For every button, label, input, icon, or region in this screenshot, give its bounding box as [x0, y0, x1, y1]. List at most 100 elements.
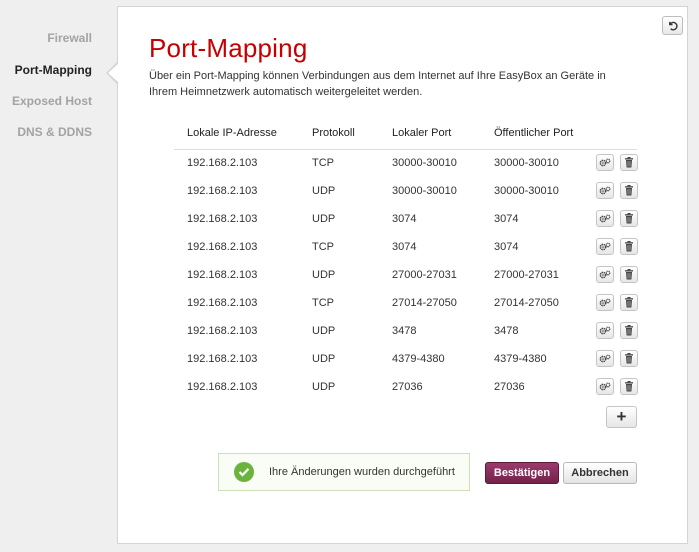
table-row: 192.168.2.103 UDP 27036 27036	[174, 374, 638, 402]
cell-public-port: 3074	[494, 241, 519, 253]
cell-local-port: 3074	[392, 213, 417, 225]
sidebar-item-exposed-host[interactable]: Exposed Host	[12, 94, 92, 108]
sidebar-item-firewall[interactable]: Firewall	[47, 31, 92, 45]
delete-button[interactable]	[620, 378, 638, 395]
edit-button[interactable]	[596, 294, 614, 311]
gear-icon	[599, 326, 611, 334]
cell-public-port: 27036	[494, 381, 525, 393]
edit-button[interactable]	[596, 350, 614, 367]
cell-protocol: UDP	[312, 213, 336, 225]
table-row: 192.168.2.103 TCP 27014-27050 27014-2705…	[174, 290, 638, 318]
cell-ip: 192.168.2.103	[187, 353, 258, 365]
cell-ip: 192.168.2.103	[187, 157, 258, 169]
cell-local-port: 3074	[392, 241, 417, 253]
trash-icon	[625, 185, 633, 196]
add-mapping-button[interactable]: +	[606, 406, 637, 428]
edit-button[interactable]	[596, 238, 614, 255]
cell-public-port: 27000-27031	[494, 269, 559, 281]
trash-icon	[625, 297, 633, 308]
sidebar-item-dns-ddns[interactable]: DNS & DDNS	[17, 125, 92, 139]
sidebar: Firewall Port-Mapping Exposed Host DNS &…	[0, 0, 117, 552]
panel-pointer-fill	[108, 63, 119, 83]
trash-icon	[625, 213, 633, 224]
trash-icon	[625, 353, 633, 364]
delete-button[interactable]	[620, 154, 638, 171]
cell-local-port: 27000-27031	[392, 269, 457, 281]
cell-protocol: UDP	[312, 325, 336, 337]
header-public-port: Öffentlicher Port	[494, 127, 574, 139]
table-row: 192.168.2.103 UDP 3074 3074	[174, 206, 638, 234]
cell-local-port: 30000-30010	[392, 185, 457, 197]
cell-ip: 192.168.2.103	[187, 381, 258, 393]
table-row: 192.168.2.103 UDP 4379-4380 4379-4380	[174, 346, 638, 374]
cell-public-port: 27014-27050	[494, 297, 559, 309]
cell-local-port: 30000-30010	[392, 157, 457, 169]
page-description: Über ein Port-Mapping können Verbindunge…	[149, 70, 606, 98]
gear-icon	[599, 270, 611, 278]
undo-icon	[669, 21, 678, 31]
trash-icon	[625, 381, 633, 392]
cell-public-port: 3074	[494, 213, 519, 225]
gear-icon	[599, 382, 611, 390]
trash-icon	[625, 157, 633, 168]
cancel-button[interactable]: Abbrechen	[563, 462, 637, 484]
cell-protocol: TCP	[312, 241, 334, 253]
edit-button[interactable]	[596, 378, 614, 395]
gear-icon	[599, 242, 611, 250]
table-row: 192.168.2.103 UDP 30000-30010 30000-3001…	[174, 178, 638, 206]
edit-button[interactable]	[596, 322, 614, 339]
cell-protocol: UDP	[312, 185, 336, 197]
cell-protocol: TCP	[312, 157, 334, 169]
delete-button[interactable]	[620, 238, 638, 255]
table-row: 192.168.2.103 TCP 30000-30010 30000-3001…	[174, 150, 638, 178]
delete-button[interactable]	[620, 182, 638, 199]
table-row: 192.168.2.103 UDP 27000-27031 27000-2703…	[174, 262, 638, 290]
header-local-port: Lokaler Port	[392, 127, 452, 139]
delete-button[interactable]	[620, 210, 638, 227]
cell-public-port: 3478	[494, 325, 519, 337]
undo-button[interactable]	[662, 16, 683, 35]
trash-icon	[625, 325, 633, 336]
cell-ip: 192.168.2.103	[187, 325, 258, 337]
delete-button[interactable]	[620, 350, 638, 367]
notification-text: Ihre Änderungen wurden durchgeführt	[269, 466, 455, 478]
edit-button[interactable]	[596, 154, 614, 171]
cell-protocol: UDP	[312, 381, 336, 393]
gear-icon	[599, 354, 611, 362]
success-notification: Ihre Änderungen wurden durchgeführt	[218, 453, 470, 491]
delete-button[interactable]	[620, 322, 638, 339]
main-panel: Port-Mapping Über ein Port-Mapping könne…	[106, 6, 688, 544]
cell-local-port: 27036	[392, 381, 423, 393]
delete-button[interactable]	[620, 294, 638, 311]
gear-icon	[599, 186, 611, 194]
edit-button[interactable]	[596, 266, 614, 283]
edit-button[interactable]	[596, 182, 614, 199]
trash-icon	[625, 269, 633, 280]
gear-icon	[599, 298, 611, 306]
table-row: 192.168.2.103 TCP 3074 3074	[174, 234, 638, 262]
plus-icon: +	[616, 407, 627, 426]
cell-ip: 192.168.2.103	[187, 185, 258, 197]
cell-ip: 192.168.2.103	[187, 213, 258, 225]
cell-local-port: 4379-4380	[392, 353, 445, 365]
header-local-ip: Lokale IP-Adresse	[187, 127, 277, 139]
edit-button[interactable]	[596, 210, 614, 227]
table-header: Lokale IP-Adresse Protokoll Lokaler Port…	[174, 127, 637, 150]
page-title: Port-Mapping	[149, 33, 308, 63]
cell-protocol: UDP	[312, 269, 336, 281]
header-protocol: Protokoll	[312, 127, 355, 139]
table-row: 192.168.2.103 UDP 3478 3478	[174, 318, 638, 346]
cell-public-port: 4379-4380	[494, 353, 547, 365]
delete-button[interactable]	[620, 266, 638, 283]
confirm-button[interactable]: Bestätigen	[485, 462, 559, 484]
cell-local-port: 3478	[392, 325, 417, 337]
cell-protocol: UDP	[312, 353, 336, 365]
gear-icon	[599, 158, 611, 166]
cell-local-port: 27014-27050	[392, 297, 457, 309]
cell-ip: 192.168.2.103	[187, 297, 258, 309]
cell-protocol: TCP	[312, 297, 334, 309]
sidebar-item-port-mapping[interactable]: Port-Mapping	[15, 63, 92, 77]
cell-ip: 192.168.2.103	[187, 241, 258, 253]
trash-icon	[625, 241, 633, 252]
cell-ip: 192.168.2.103	[187, 269, 258, 281]
